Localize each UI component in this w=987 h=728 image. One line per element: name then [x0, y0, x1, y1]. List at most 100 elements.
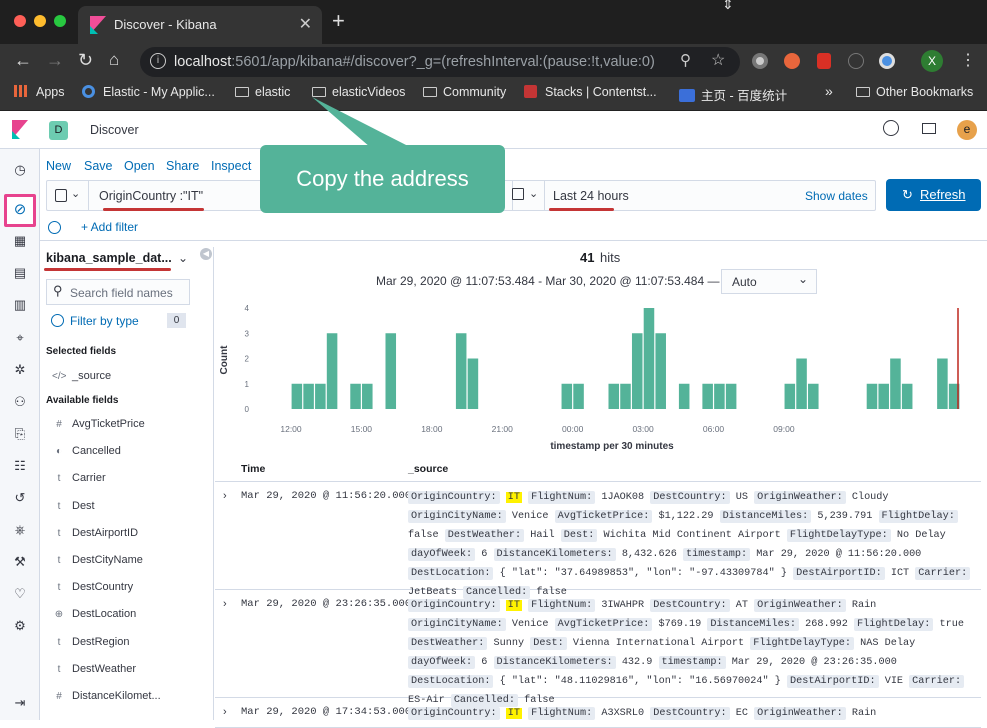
visualize-icon[interactable]: ▦ — [11, 232, 29, 250]
histogram-bar[interactable] — [455, 333, 467, 409]
histogram-bar[interactable] — [326, 333, 338, 409]
canvas-icon[interactable]: ▥ — [11, 296, 29, 314]
filter-icon[interactable] — [51, 314, 64, 327]
back-icon[interactable]: ← — [14, 50, 32, 71]
histogram-bar[interactable] — [890, 358, 901, 410]
profile-avatar[interactable]: X — [921, 50, 943, 72]
bookmark-other[interactable]: Other Bookmarks — [856, 85, 973, 99]
field-item[interactable]: t Dest — [52, 500, 95, 512]
histogram-bar[interactable] — [937, 358, 948, 410]
uptime-icon[interactable]: ⎈ — [11, 521, 29, 539]
menu-inspect[interactable]: Inspect — [211, 159, 251, 173]
user-avatar[interactable]: e — [957, 120, 977, 140]
infra-icon[interactable]: ☷ — [11, 457, 29, 475]
table-row[interactable]: › Mar 29, 2020 @ 17:34:53.000 OriginCountr… — [215, 698, 981, 728]
histogram-bar[interactable] — [796, 358, 807, 410]
help-icon[interactable] — [883, 120, 899, 136]
bookmark-elastic[interactable]: elastic — [235, 85, 290, 99]
field-item[interactable]: t DestWeather — [52, 663, 136, 675]
calendar-icon[interactable] — [512, 188, 524, 200]
filter-by-type-button[interactable]: Filter by type — [70, 314, 139, 328]
expand-row-icon[interactable]: › — [223, 706, 227, 718]
compass-icon[interactable]: ⊘ — [11, 201, 29, 219]
histogram-bar[interactable] — [714, 383, 725, 409]
refresh-button[interactable]: ↻ Refresh — [886, 179, 981, 211]
histogram-bar[interactable] — [291, 383, 303, 409]
monitoring-icon[interactable]: ♡ — [11, 585, 29, 603]
histogram-bar[interactable] — [784, 383, 796, 409]
star-icon[interactable]: ☆ — [711, 50, 725, 70]
kibana-logo-icon[interactable] — [12, 120, 28, 139]
collapse-sidebar-icon[interactable]: ◀ — [200, 248, 212, 260]
address-bar[interactable]: i localhost:5601/app/kibana#/discover?_g… — [140, 47, 740, 77]
browser-tab[interactable]: Discover - Kibana ✕ — [78, 6, 322, 44]
histogram-bar[interactable] — [702, 383, 713, 409]
histogram-bar[interactable] — [725, 383, 737, 409]
mail-icon[interactable] — [922, 123, 936, 134]
dashboard-icon[interactable]: ▤ — [11, 264, 29, 282]
histogram-bar[interactable] — [655, 333, 666, 409]
histogram-bar[interactable] — [573, 383, 584, 409]
menu-open[interactable]: Open — [124, 159, 155, 173]
index-pattern-selector[interactable]: kibana_sample_dat... — [46, 251, 172, 265]
forward-icon[interactable]: → — [46, 50, 64, 71]
close-tab-icon[interactable]: ✕ — [299, 14, 312, 34]
histogram-bar[interactable] — [350, 383, 361, 409]
extension-icon[interactable] — [879, 53, 895, 69]
field-search-input[interactable]: ⚲ Search field names — [46, 279, 190, 305]
interval-select[interactable]: Auto ⌄ — [721, 269, 817, 294]
minimize-window-button[interactable] — [34, 15, 46, 27]
bookmark-stacks[interactable]: Stacks | Contentst... — [524, 85, 657, 99]
table-row[interactable]: › Mar 29, 2020 @ 11:56:20.000 OriginCountr… — [215, 482, 981, 599]
histogram-bar[interactable] — [303, 383, 314, 409]
extension-icon[interactable] — [817, 53, 831, 69]
collapse-nav-icon[interactable]: ⇥ — [11, 694, 29, 712]
search-icon[interactable]: ⚲ — [680, 51, 691, 69]
logs-icon[interactable]: ⎘ — [11, 425, 29, 443]
maximize-window-button[interactable] — [54, 15, 66, 27]
expand-row-icon[interactable]: › — [223, 598, 227, 610]
menu-icon[interactable]: ⋮ — [960, 50, 976, 70]
management-icon[interactable]: ⚙ — [11, 617, 29, 635]
histogram-bar[interactable] — [643, 308, 655, 409]
add-filter-link[interactable]: + Add filter — [81, 220, 138, 234]
field-item[interactable]: t DestAirportID — [52, 527, 138, 539]
home-icon[interactable]: ⌂ — [109, 50, 119, 70]
field-item[interactable]: t DestCountry — [52, 581, 134, 593]
histogram-bar[interactable] — [620, 383, 631, 409]
field-item[interactable]: ⊕ DestLocation — [52, 608, 136, 620]
chevron-down-icon[interactable]: ⌄ — [529, 187, 538, 200]
field-item[interactable]: t DestRegion — [52, 636, 130, 648]
close-window-button[interactable] — [14, 15, 26, 27]
maps-icon[interactable]: ⌖ — [11, 329, 29, 347]
extension-icon[interactable] — [752, 53, 768, 69]
new-tab-icon[interactable]: + — [332, 8, 345, 34]
bookmark-baidu[interactable]: 主页 - 百度统计 — [679, 85, 787, 104]
histogram-bar[interactable] — [362, 383, 373, 409]
apm-icon[interactable]: ↺ — [11, 489, 29, 507]
show-dates-link[interactable]: Show dates — [805, 189, 868, 203]
field-item[interactable]: </> _source — [52, 370, 111, 382]
histogram-bar[interactable] — [901, 383, 913, 409]
histogram-bar[interactable] — [866, 383, 878, 409]
extension-icon[interactable] — [784, 53, 800, 69]
bookmark-elastic-app[interactable]: Elastic - My Applic... — [82, 85, 215, 99]
field-item[interactable]: ◐ Cancelled — [52, 445, 121, 457]
chevron-down-icon[interactable]: ⌄ — [71, 187, 80, 200]
histogram-bar[interactable] — [678, 383, 690, 409]
bookmark-community[interactable]: Community — [423, 85, 506, 99]
field-item[interactable]: t DestCityName — [52, 554, 143, 566]
extension-icon[interactable] — [848, 53, 864, 69]
histogram-bar[interactable] — [315, 383, 326, 409]
ml-icon[interactable]: ✲ — [11, 361, 29, 379]
expand-row-icon[interactable]: › — [223, 490, 227, 502]
more-bookmarks-icon[interactable]: » — [825, 83, 833, 99]
table-row[interactable]: › Mar 29, 2020 @ 23:26:35.000 OriginCountr… — [215, 590, 981, 707]
histogram-bar[interactable] — [608, 383, 620, 409]
menu-save[interactable]: Save — [84, 159, 113, 173]
recent-icon[interactable]: ◷ — [11, 161, 29, 179]
histogram-bar[interactable] — [467, 358, 479, 410]
histogram-bar[interactable] — [808, 383, 819, 409]
menu-new[interactable]: New — [46, 159, 71, 173]
saved-query-icon[interactable] — [55, 189, 67, 202]
